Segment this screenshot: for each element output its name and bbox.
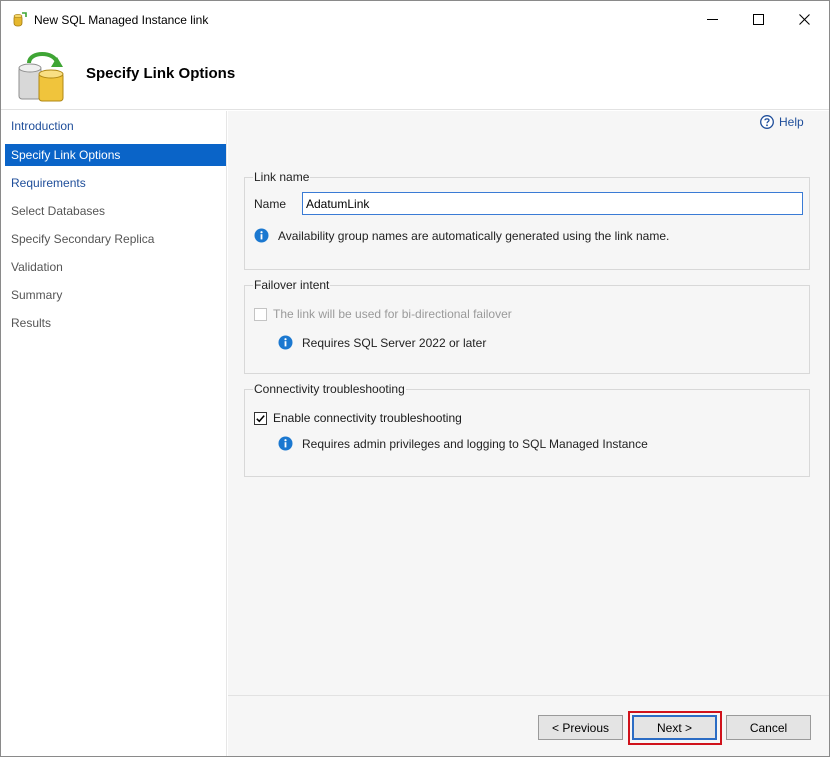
- enable-connectivity-troubleshooting-label: Enable connectivity troubleshooting: [273, 411, 462, 425]
- bidirectional-failover-label: The link will be used for bi-directional…: [273, 307, 512, 321]
- info-icon: [278, 436, 293, 451]
- next-button[interactable]: Next >: [632, 715, 717, 740]
- close-button[interactable]: [781, 1, 827, 37]
- page-title: Specify Link Options: [86, 65, 236, 82]
- name-label: Name: [254, 197, 287, 211]
- nav-item-introduction[interactable]: Introduction: [5, 115, 226, 137]
- nav-item-select-databases: Select Databases: [11, 204, 106, 218]
- dialog-window: New SQL Managed Instance link Specify Li…: [0, 0, 830, 757]
- connectivity-group-title: Connectivity troubleshooting: [253, 382, 406, 396]
- help-label: Help: [779, 115, 804, 129]
- nav-item-requirements[interactable]: Requirements: [5, 172, 226, 194]
- link-name-group-title: Link name: [253, 170, 311, 184]
- link-name-info-text: Availability group names are automatical…: [278, 228, 670, 243]
- title-bar: New SQL Managed Instance link: [1, 1, 829, 37]
- main-panel: Help Link name Name Availability group n…: [228, 111, 829, 695]
- help-link[interactable]: Help: [760, 115, 804, 129]
- nav-item-summary: Summary: [11, 288, 63, 302]
- cancel-button[interactable]: Cancel: [726, 715, 811, 740]
- wizard-nav: Introduction Specify Link Options Requir…: [1, 111, 227, 756]
- connectivity-info-text: Requires admin privileges and logging to…: [302, 436, 648, 451]
- wizard-header: Specify Link Options: [1, 37, 829, 110]
- app-icon: [13, 12, 27, 27]
- nav-item-specify-link-options[interactable]: Specify Link Options: [5, 144, 226, 166]
- nav-item-specify-secondary-replica: Specify Secondary Replica: [11, 232, 155, 246]
- connectivity-checkbox-row: Enable connectivity troubleshooting: [254, 411, 462, 425]
- minimize-button[interactable]: [689, 1, 735, 37]
- minimize-icon: [706, 18, 718, 20]
- enable-connectivity-troubleshooting-checkbox[interactable]: [254, 411, 267, 425]
- nav-item-validation: Validation: [11, 260, 63, 274]
- info-icon: [254, 228, 269, 243]
- window-title: New SQL Managed Instance link: [34, 13, 209, 27]
- bidirectional-failover-checkbox-row: The link will be used for bi-directional…: [254, 307, 512, 321]
- previous-button[interactable]: < Previous: [538, 715, 623, 740]
- failover-intent-group: Failover intent The link will be used fo…: [244, 278, 810, 374]
- bidirectional-failover-checkbox[interactable]: [254, 307, 267, 321]
- wizard-footer: < Previous Next > Cancel: [228, 695, 829, 756]
- link-name-info: Availability group names are automatical…: [254, 228, 669, 243]
- maximize-button[interactable]: [735, 1, 781, 37]
- info-icon: [278, 335, 293, 350]
- help-icon: [760, 115, 774, 129]
- link-name-input[interactable]: [302, 192, 803, 215]
- maximize-icon: [752, 13, 764, 25]
- database-sync-icon: [18, 52, 64, 102]
- failover-info: Requires SQL Server 2022 or later: [278, 335, 486, 350]
- failover-info-text: Requires SQL Server 2022 or later: [302, 335, 487, 350]
- failover-intent-group-title: Failover intent: [253, 278, 331, 292]
- nav-item-results: Results: [11, 316, 52, 330]
- checkmark-icon: [256, 414, 265, 422]
- connectivity-info: Requires admin privileges and logging to…: [278, 436, 648, 451]
- connectivity-troubleshooting-group: Connectivity troubleshooting Enable conn…: [244, 382, 810, 477]
- close-icon: [798, 13, 810, 25]
- link-name-group: Link name Name Availability group names …: [244, 170, 810, 270]
